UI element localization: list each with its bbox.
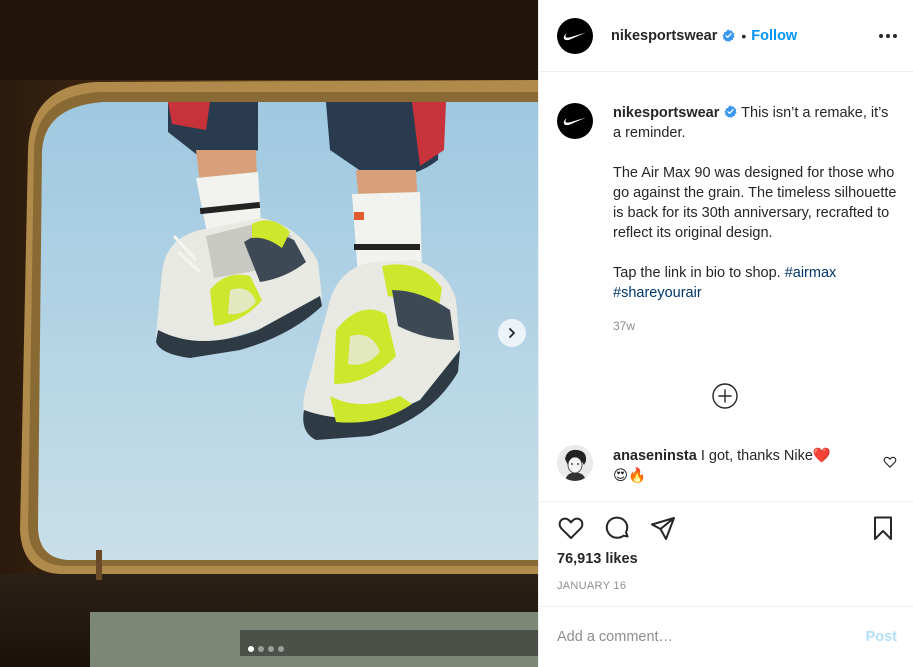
nike-logo-icon: [563, 32, 586, 40]
hashtag-airmax[interactable]: #airmax: [785, 265, 837, 281]
post-media[interactable]: [0, 0, 538, 667]
caption-timestamp[interactable]: 37w: [613, 316, 897, 336]
comment-body: I got, thanks Nike: [700, 448, 813, 464]
comment-icon[interactable]: [603, 514, 631, 542]
carousel-dot-1: [248, 646, 254, 652]
plus-circle-icon[interactable]: [712, 383, 738, 409]
comments-scroll-area[interactable]: nikesportswear This isn’t a remake, it’s…: [539, 73, 913, 501]
chevron-right-icon: [509, 328, 515, 338]
comment-input[interactable]: [557, 629, 858, 645]
comment-item: anaseninsta I got, thanks Nike❤️ 😍🔥: [557, 445, 897, 486]
follow-button[interactable]: Follow: [751, 28, 797, 44]
caption-shop-text: Tap the link in bio to shop.: [613, 265, 781, 281]
post-header: nikesportswear • Follow: [539, 0, 913, 72]
commenter-avatar-image: [557, 445, 593, 481]
carousel-dot-3: [268, 646, 274, 652]
add-comment-bar: Post: [539, 606, 913, 667]
action-bar: [539, 502, 913, 554]
avatar[interactable]: [557, 445, 593, 481]
post-caption: nikesportswear This isn’t a remake, it’s…: [539, 73, 913, 336]
caption-text: nikesportswear This isn’t a remake, it’s…: [613, 103, 897, 336]
carousel-next-button[interactable]: [498, 319, 526, 347]
separator-dot: •: [741, 27, 747, 44]
comment-emojis: 😍🔥: [613, 468, 647, 484]
post-details-panel: nikesportswear • Follow nikesportswear T…: [538, 0, 913, 667]
caption-username[interactable]: nikesportswear: [613, 105, 719, 121]
nike-logo-icon: [563, 117, 586, 126]
post-image: [0, 0, 538, 667]
post-date: JANUARY 16: [557, 580, 627, 592]
post-actions-section: 76,913 likes JANUARY 16: [539, 501, 913, 592]
carousel-indicator: [248, 646, 284, 652]
post-author-username[interactable]: nikesportswear: [611, 28, 717, 44]
heart-icon[interactable]: [557, 514, 585, 542]
avatar[interactable]: [557, 17, 593, 54]
more-options-icon[interactable]: [879, 28, 897, 44]
heart-icon[interactable]: [883, 455, 897, 469]
carousel-dot-2: [258, 646, 264, 652]
hashtag-shareyourair[interactable]: #shareyourair: [613, 285, 702, 301]
post-comment-button[interactable]: Post: [866, 629, 897, 645]
comment-heart-emoji: ❤️: [812, 448, 831, 464]
comment-text: anaseninsta I got, thanks Nike❤️ 😍🔥: [613, 446, 853, 486]
comment-username[interactable]: anaseninsta: [613, 448, 697, 464]
bookmark-icon[interactable]: [869, 514, 897, 542]
verified-badge-icon: [724, 105, 737, 118]
caption-line-2: The Air Max 90 was designed for those wh…: [613, 165, 897, 241]
likes-count[interactable]: 76,913 likes: [539, 551, 913, 567]
caption-avatar[interactable]: [557, 103, 593, 139]
verified-badge-icon: [722, 29, 735, 42]
share-icon[interactable]: [649, 514, 677, 542]
carousel-dot-4: [278, 646, 284, 652]
